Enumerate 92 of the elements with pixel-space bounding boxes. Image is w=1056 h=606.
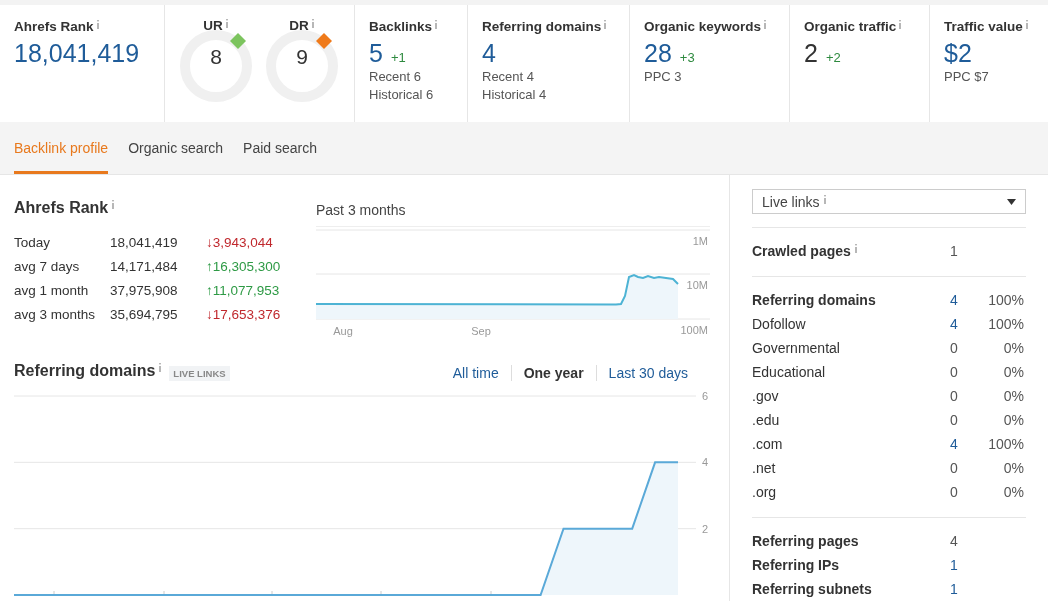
stat-label: Referring IPs <box>752 557 840 573</box>
table-cell-text: ↓3,943,044 <box>206 234 274 252</box>
stat-label: Dofollow <box>752 316 806 332</box>
metric-link[interactable]: 4 <box>482 39 496 68</box>
range-tab[interactable]: One year <box>511 365 597 381</box>
stat-label: Referring pages <box>752 533 859 549</box>
metric-label: Referring domains <box>482 19 602 34</box>
stat-value: 0 <box>950 364 959 380</box>
axis-label: 1M <box>692 235 708 247</box>
stat-percent: 100% <box>988 316 1024 332</box>
section-title: Ahrefs Rank <box>14 199 109 217</box>
metric-detail: PPC $7 <box>944 68 990 86</box>
metric-detail: Recent 4 <box>482 68 536 86</box>
stat-label: Referring subnets <box>752 581 872 597</box>
range-tab[interactable]: Last 30 days <box>596 365 688 381</box>
axis-label: 10M <box>686 279 708 291</box>
stat-value: 0 <box>950 412 959 428</box>
stat-link[interactable]: 4 <box>950 316 970 332</box>
stat-label: Educational <box>752 364 826 380</box>
gauge-value: 8 <box>209 45 223 69</box>
section-title: Referring domains <box>14 362 156 380</box>
metric-link[interactable]: 5 <box>369 39 383 68</box>
metric-detail: Historical 6 <box>369 86 435 104</box>
table-cell-text: 14,171,484 <box>110 258 179 276</box>
metric-change: +1 <box>390 50 406 65</box>
gauge-label: DR <box>289 18 309 33</box>
stat-link[interactable]: 1 <box>950 581 970 597</box>
chart-title: Past 3 months <box>316 202 407 220</box>
stat-label: .com <box>752 436 783 452</box>
metric-link[interactable]: $2 <box>944 39 972 68</box>
stat-percent: 100% <box>988 292 1024 308</box>
table-cell-text: avg 3 months <box>14 306 97 324</box>
metric-label: Ahrefs Rank <box>14 19 94 34</box>
table-cell-text: ↑16,305,300 <box>206 258 282 276</box>
stat-percent: 0% <box>1003 388 1024 404</box>
links-dropdown[interactable]: Live links <box>752 189 1026 214</box>
axis-label: Aug <box>333 325 353 337</box>
stat-value: 1 <box>950 243 959 259</box>
stat-percent: 0% <box>1003 412 1024 428</box>
stat-label: .gov <box>752 388 779 404</box>
metric-detail: Recent 6 <box>369 68 423 86</box>
stat-percent: 0% <box>1003 364 1024 380</box>
axis-label: 4 <box>701 456 708 469</box>
stat-percent: 0% <box>1003 460 1024 476</box>
table-cell-text: ↓17,653,376 <box>206 306 282 324</box>
stat-link[interactable]: 4 <box>950 436 970 452</box>
table-cell-text: avg 7 days <box>14 258 81 276</box>
table-cell-text: 35,694,795 <box>110 306 179 324</box>
axis-label: 6 <box>701 392 708 402</box>
table-cell-text: 37,975,908 <box>110 282 179 300</box>
stat-label: .org <box>752 484 777 500</box>
metric-link[interactable]: 28 <box>644 39 672 68</box>
live-links-badge: LIVE LINKS <box>169 366 230 381</box>
dropdown-value: Live links <box>762 193 820 210</box>
stat-value: 0 <box>950 460 959 476</box>
stat-label: .edu <box>752 412 780 428</box>
tab[interactable]: Paid search <box>243 122 318 174</box>
stat-percent: 0% <box>1003 484 1024 500</box>
stat-link[interactable]: 1 <box>950 557 970 573</box>
metric-change: +3 <box>679 50 695 65</box>
table-cell-text: avg 1 month <box>14 282 90 300</box>
gauge-label: UR <box>203 18 223 33</box>
metric-label: Organic keywords <box>644 19 762 34</box>
stat-label: Governmental <box>752 340 840 356</box>
metric-link[interactable]: 18,041,419 <box>14 39 140 68</box>
gauge-value: 9 <box>295 45 309 69</box>
stat-link[interactable]: 4 <box>950 292 970 308</box>
metric-change: +2 <box>825 50 841 65</box>
table-cell-text: ↑11,077,953 <box>206 282 281 300</box>
metric-label: Organic traffic <box>804 19 897 34</box>
axis-label: 100M <box>680 324 708 336</box>
stat-percent: 0% <box>1003 340 1024 356</box>
axis-label: 2 <box>701 522 708 535</box>
stat-label: .net <box>752 460 776 476</box>
tab[interactable]: Organic search <box>128 122 224 174</box>
metric-label: Traffic value <box>944 19 1023 34</box>
range-tab[interactable]: All time <box>440 365 512 381</box>
stat-value: 4 <box>950 533 959 549</box>
stat-percent: 100% <box>988 436 1024 452</box>
table-cell-text: 18,041,419 <box>110 234 179 252</box>
metric-label: Backlinks <box>369 19 433 34</box>
metric-detail: Historical 4 <box>482 86 548 104</box>
stat-label: Crawled pages <box>752 243 851 259</box>
stat-value: 0 <box>950 484 959 500</box>
stat-label: Referring domains <box>752 292 876 308</box>
table-cell-text: Today <box>14 234 52 252</box>
metric-value: 2 <box>804 39 818 68</box>
stat-value: 0 <box>950 340 959 356</box>
metric-detail: PPC 3 <box>644 68 683 86</box>
caret-icon <box>1007 198 1016 205</box>
stat-value: 0 <box>950 388 959 404</box>
axis-label: Sep <box>471 325 491 337</box>
